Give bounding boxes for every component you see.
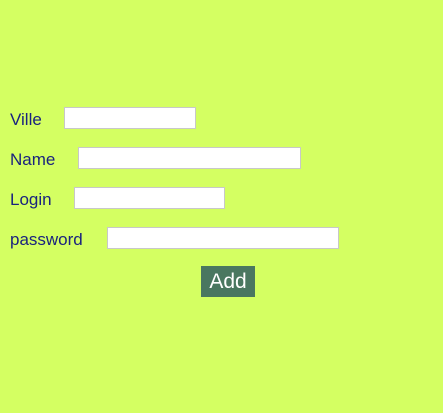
- name-input[interactable]: [78, 147, 301, 169]
- login-input[interactable]: [74, 187, 225, 209]
- name-label: Name: [10, 150, 56, 169]
- password-input[interactable]: [107, 227, 339, 249]
- ville-input[interactable]: [64, 107, 196, 129]
- add-button[interactable]: Add: [201, 266, 255, 297]
- password-label: password: [10, 230, 83, 249]
- login-label: Login: [10, 190, 52, 209]
- ville-label: Ville: [10, 110, 42, 129]
